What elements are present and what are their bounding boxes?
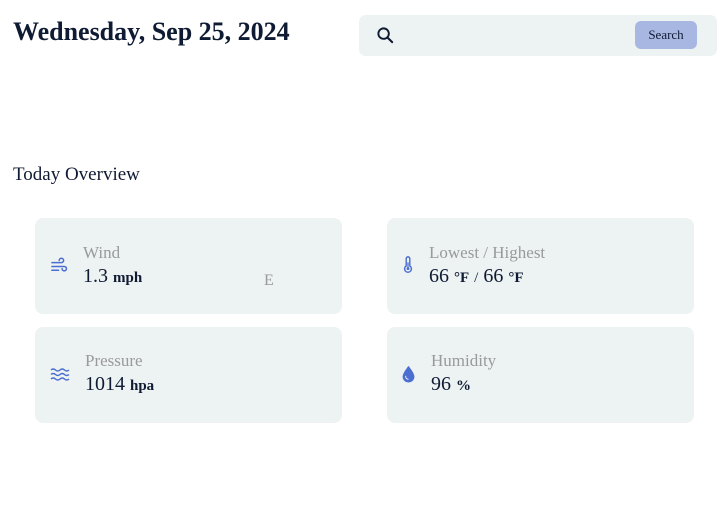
pressure-label: Pressure — [85, 351, 143, 370]
humidity-label: Humidity — [431, 351, 497, 370]
temperature-high-unit: °F — [508, 270, 524, 286]
wind-unit: mph — [113, 270, 143, 286]
wind-card: Wind 1.3 mph E — [35, 218, 342, 314]
pressure-value: 1014 hpa — [85, 373, 154, 396]
water-drop-icon — [402, 365, 415, 383]
thermometer-icon — [403, 256, 413, 273]
temperature-high: 66 — [483, 265, 504, 287]
temperature-low-unit: °F — [454, 270, 470, 286]
wind-value: 1.3 mph — [83, 265, 142, 288]
humidity-unit: % — [456, 378, 471, 394]
wind-direction: E — [264, 272, 274, 289]
humidity-card: Humidity 96 % — [387, 327, 694, 423]
wind-label: Wind — [83, 243, 121, 262]
pressure-number: 1014 — [85, 373, 125, 395]
temperature-low: 66 — [429, 265, 449, 287]
wind-icon — [51, 257, 68, 272]
temperature-value: 66 °F / 66 °F — [429, 265, 524, 288]
pressure-unit: hpa — [130, 378, 155, 394]
page-title-date: Wednesday, Sep 25, 2024 — [13, 17, 290, 46]
temperature-separator: / — [474, 270, 479, 286]
pressure-waves-icon — [50, 368, 70, 381]
search-input[interactable] — [405, 23, 629, 50]
section-title: Today Overview — [13, 164, 140, 185]
search-bar: Search — [359, 15, 717, 56]
temperature-card: Lowest / Highest 66 °F / 66 °F — [387, 218, 694, 314]
pressure-card: Pressure 1014 hpa — [35, 327, 342, 423]
humidity-value: 96 % — [431, 373, 471, 396]
temperature-label: Lowest / Highest — [429, 243, 546, 262]
search-button[interactable]: Search — [635, 21, 697, 49]
wind-speed: 1.3 — [83, 265, 108, 287]
search-icon — [377, 27, 394, 44]
humidity-number: 96 — [431, 373, 451, 395]
